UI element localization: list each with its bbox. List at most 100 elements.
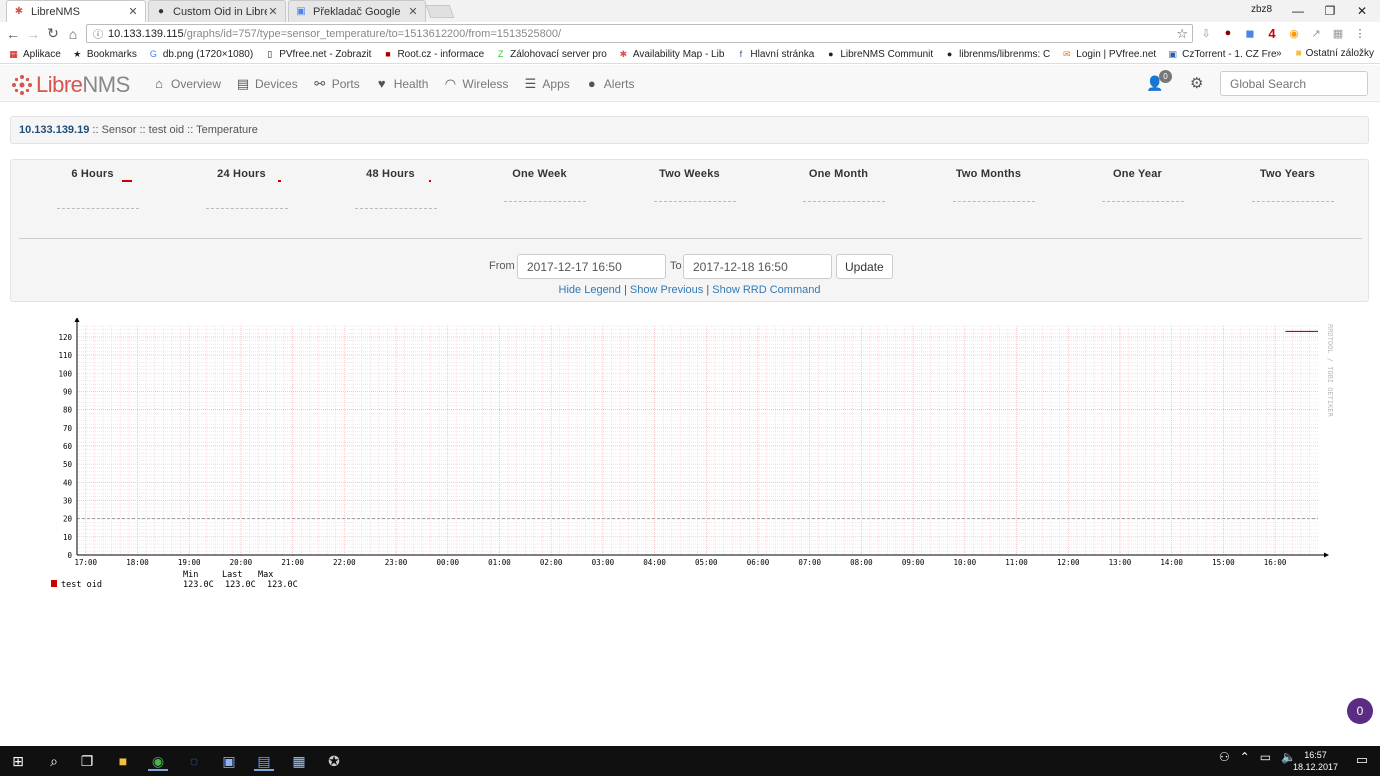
date-range-form: From To Update	[11, 254, 1368, 280]
extension-badge[interactable]: 4	[1264, 25, 1280, 41]
x-tick-label: 20:00	[230, 558, 253, 567]
show-previous-link[interactable]: Show Previous	[630, 284, 703, 296]
bookmarks-bar: ▦ Aplikace ★ Bookmarks Gdb.png (1720×1080)…	[0, 45, 1380, 64]
bookmark-item[interactable]: Gdb.png (1720×1080)	[148, 49, 253, 60]
nav-devices[interactable]: ▤ Devices	[236, 76, 298, 92]
tab-librenms[interactable]: ✱ LibreNMS ✕	[6, 0, 146, 22]
minimize-icon[interactable]: —	[1282, 4, 1314, 18]
nav-ports[interactable]: ⚯ Ports	[313, 76, 359, 92]
bookmark-item[interactable]: ■ Root.cz - informace	[382, 49, 484, 60]
clock[interactable]: 16:57 18.12.2017	[1293, 749, 1338, 773]
file-explorer-icon[interactable]: ■	[113, 751, 133, 771]
other-bookmarks[interactable]: » ■ Ostatní záložky	[1276, 48, 1374, 59]
restore-icon[interactable]: ❐	[1314, 4, 1346, 18]
back-icon[interactable]: ←	[3, 26, 23, 42]
gear-icon[interactable]: ⚙	[1190, 74, 1203, 92]
global-search-input[interactable]	[1220, 71, 1368, 96]
new-tab-button[interactable]	[425, 5, 455, 18]
nav-wireless[interactable]: ◠ Wireless	[443, 76, 509, 92]
chrome-menu-icon[interactable]: ⋮	[1352, 25, 1368, 41]
bookmark-label: db.png (1720×1080)	[162, 48, 254, 60]
x-axis-arrow	[1324, 552, 1329, 558]
period-one-week[interactable]: One Week	[465, 168, 614, 202]
chevron-up-icon[interactable]: ⌃	[1240, 750, 1250, 764]
period-two-months[interactable]: Two Months	[914, 168, 1063, 202]
address-bar[interactable]: ⓘ 10.133.139.115/graphs/id=757/type=sens…	[86, 24, 1193, 43]
bookmark-item[interactable]: ✉ Login | PVfree.net	[1061, 49, 1156, 60]
github-icon: ●	[828, 49, 834, 59]
ublock-icon[interactable]: ●	[1220, 25, 1236, 41]
forward-icon[interactable]: →	[23, 26, 43, 42]
show-rrd-command-link[interactable]: Show RRD Command	[712, 284, 820, 296]
period-6-hours[interactable]: 6 Hours	[18, 168, 167, 209]
bookmark-item[interactable]: f Hlavní stránka	[735, 49, 815, 60]
extension-icon[interactable]: ⇩	[1198, 25, 1214, 41]
bookmark-star-icon[interactable]: ☆	[1176, 26, 1188, 42]
nav-health[interactable]: ♥ Health	[375, 76, 429, 91]
close-icon[interactable]: ✕	[407, 5, 419, 18]
windows-start-icon[interactable]: ⊞	[8, 751, 28, 771]
nav-overview[interactable]: ⌂ Overview	[152, 76, 221, 91]
extension-arrow-icon[interactable]: ↗	[1308, 25, 1324, 41]
close-icon[interactable]: ✕	[127, 5, 139, 18]
search-icon[interactable]: ⌕	[44, 751, 64, 771]
bookmark-item[interactable]: ▯ PVfree.net - Zobrazit	[264, 49, 371, 60]
thumb-threshold-line	[355, 208, 437, 209]
period-one-year[interactable]: One Year	[1063, 168, 1212, 202]
network-icon[interactable]: ▭	[1260, 750, 1271, 764]
period-one-month[interactable]: One Month	[764, 168, 913, 202]
chrome-icon[interactable]: ◉	[148, 751, 168, 771]
librenms-logo-icon	[12, 75, 32, 95]
bookmark-item[interactable]: ✱ Availability Map - Lib	[618, 49, 725, 60]
bookmark-item[interactable]: ● librenms/librenms: C	[944, 49, 1050, 60]
bookmark-item[interactable]: Z Zálohovací server pro	[495, 49, 607, 60]
extension-blue-icon[interactable]: ◼	[1242, 25, 1258, 41]
bookmark-item[interactable]: ★ Bookmarks	[72, 49, 137, 60]
thumb-threshold-line	[654, 201, 736, 202]
notification-center-icon[interactable]: ▭	[1356, 752, 1368, 768]
close-icon[interactable]: ✕	[267, 5, 279, 18]
y-tick-label: 40	[63, 478, 73, 487]
to-date-input[interactable]	[683, 254, 832, 279]
extension-gray-icon[interactable]: ▦	[1330, 25, 1346, 41]
tab-google-translate[interactable]: ▣ Překladač Google ✕	[288, 0, 426, 22]
chevron-right-icon[interactable]: »	[1276, 48, 1282, 59]
bookmark-label: Login | PVfree.net	[1076, 48, 1157, 60]
period-two-weeks[interactable]: Two Weeks	[615, 168, 764, 202]
bookmark-item[interactable]: ▣ CzTorrent - 1. CZ Fre	[1167, 49, 1276, 60]
skype-icon[interactable]: ◌	[184, 751, 204, 771]
satellite-app-icon[interactable]: ✪	[324, 751, 344, 771]
profile-name[interactable]: zbz8	[1251, 4, 1272, 15]
period-label: One Month	[808, 168, 869, 180]
temperature-graph[interactable]: 0102030405060708090100110120 17:00 18:00 1…	[40, 318, 1350, 598]
task-view-icon[interactable]: ❐	[77, 751, 97, 771]
close-window-icon[interactable]: ✕	[1346, 4, 1378, 18]
rss-icon[interactable]: ◉	[1286, 25, 1302, 41]
x-tick-label: 00:00	[436, 558, 459, 567]
period-48-hours[interactable]: 48 Hours	[316, 168, 465, 209]
people-icon[interactable]: ⚇	[1219, 750, 1230, 764]
home-icon[interactable]: ⌂	[63, 26, 83, 42]
bookmark-item[interactable]: ● LibreNMS Communit	[825, 49, 933, 60]
tab-github[interactable]: ● Custom Oid in LibreNMS ✕	[148, 0, 286, 22]
chat-bubble[interactable]: 0	[1347, 698, 1373, 724]
save-app-icon[interactable]: ▤	[254, 751, 274, 771]
librenms-logo[interactable]: LibreNMS	[11, 72, 130, 98]
reload-icon[interactable]: ↻	[43, 25, 63, 42]
period-two-years[interactable]: Two Years	[1213, 168, 1362, 202]
hide-legend-link[interactable]: Hide Legend	[559, 284, 621, 296]
update-button[interactable]: Update	[836, 254, 893, 279]
remote-desktop-icon[interactable]: ▦	[289, 751, 309, 771]
x-tick-label: 04:00	[643, 558, 666, 567]
from-date-input[interactable]	[517, 254, 666, 279]
apps-grid-icon: ▦	[9, 48, 18, 59]
y-tick-label: 120	[58, 333, 72, 342]
device-link[interactable]: 10.133.139.19	[19, 124, 89, 136]
tab-label: Custom Oid in LibreNMS	[173, 5, 267, 18]
network-app-icon[interactable]: ▣	[219, 751, 239, 771]
nav-apps[interactable]: ☰ Apps	[523, 76, 570, 92]
period-24-hours[interactable]: 24 Hours	[167, 168, 316, 209]
info-icon[interactable]: ⓘ	[93, 26, 103, 41]
nav-alerts[interactable]: ● Alerts	[585, 76, 635, 91]
bookmark-item[interactable]: ▦ Aplikace	[8, 49, 61, 60]
